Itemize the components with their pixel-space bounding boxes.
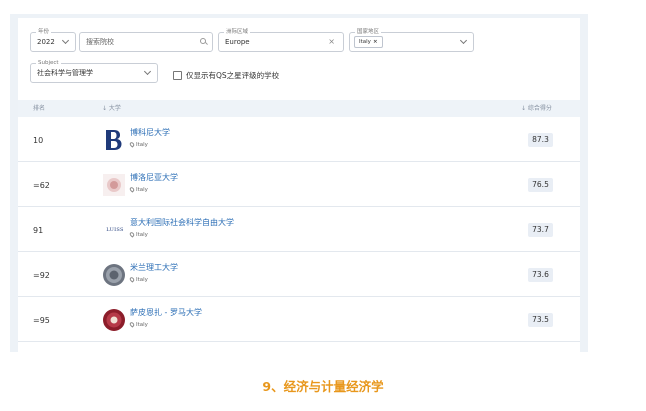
university-name-link[interactable]: 意大利国际社会科学自由大学 (130, 218, 234, 228)
sapienza-logo (102, 308, 126, 332)
rankings-panel: 年份 2022 搜索院校 洲际区域 Europe × 国家地区 Italy × S… (10, 14, 588, 352)
rank-value: =95 (33, 316, 50, 325)
location: Italy (128, 231, 148, 239)
polimi-logo (102, 263, 126, 287)
chevron-down-icon (61, 36, 70, 45)
filter-card: 年份 2022 搜索院校 洲际区域 Europe × 国家地区 Italy × S… (18, 18, 580, 100)
country-chip-label: Italy (359, 39, 371, 45)
year-value: 2022 (37, 38, 55, 46)
region-value: Europe (225, 38, 250, 46)
location-pin-icon (128, 321, 136, 328)
rankings-table: 排名 ↓ 大学 ↓ 综合得分 10 博科尼大学 Italy 87.3 =62 博… (18, 100, 580, 352)
location: Italy (128, 186, 148, 194)
score-column-header[interactable]: ↓ 综合得分 (521, 105, 552, 113)
score-badge: 76.5 (528, 178, 553, 192)
qs-stars-label: 仅显示有QS之星评级的学校 (186, 71, 280, 80)
table-row[interactable]: =92 米兰理工大学 Italy 73.6 (18, 252, 580, 297)
luiss-logo-text: LUISS (106, 227, 124, 233)
score-badge: 87.3 (528, 133, 553, 147)
subject-select[interactable]: Subject 社会科学与管理学 (30, 59, 158, 83)
country-legend: 国家地区 (355, 28, 382, 36)
university-name-link[interactable]: 博科尼大学 (130, 128, 170, 138)
location-pin-icon (128, 186, 136, 193)
university-name-link[interactable]: 米兰理工大学 (130, 263, 178, 273)
chevron-down-icon (459, 36, 468, 45)
table-row[interactable]: =95 萨皮恩扎 - 罗马大学 Italy 73.5 (18, 297, 580, 342)
clear-icon[interactable]: × (328, 37, 335, 46)
region-select[interactable]: 洲际区域 Europe × (218, 28, 344, 52)
rank-value: 10 (33, 136, 44, 145)
search-icon (200, 38, 206, 44)
university-name-link[interactable]: 萨皮恩扎 - 罗马大学 (130, 308, 202, 318)
country-label: Italy (136, 187, 148, 193)
rank-column-header[interactable]: 排名 (33, 105, 45, 113)
search-placeholder: 搜索院校 (86, 38, 114, 46)
country-label: Italy (136, 232, 148, 238)
university-name-link[interactable]: 博洛尼亚大学 (130, 173, 178, 183)
country-label: Italy (136, 142, 148, 148)
university-column-header[interactable]: ↓ 大学 (102, 105, 121, 113)
bocconi-logo (102, 128, 126, 152)
country-label: Italy (136, 277, 148, 283)
score-badge: 73.5 (528, 313, 553, 327)
section-heading: 9、经济与计量经济学 (262, 379, 384, 394)
score-badge: 73.7 (528, 223, 553, 237)
subject-value: 社会科学与管理学 (37, 69, 93, 77)
rank-value: =62 (33, 181, 50, 190)
year-legend: 年份 (36, 28, 52, 36)
rank-value: 91 (33, 226, 44, 235)
location-pin-icon (128, 141, 136, 148)
location: Italy (128, 321, 148, 329)
score-badge: 73.6 (528, 268, 553, 282)
table-row[interactable]: 10 博科尼大学 Italy 87.3 (18, 117, 580, 162)
location: Italy (128, 141, 148, 149)
chevron-down-icon (143, 67, 152, 76)
location: Italy (128, 276, 148, 284)
qs-stars-checkbox[interactable] (173, 71, 182, 80)
year-select[interactable]: 年份 2022 (30, 28, 76, 52)
table-row[interactable]: =62 博洛尼亚大学 Italy 76.5 (18, 162, 580, 207)
table-row[interactable]: 91 LUISS 意大利国际社会科学自由大学 Italy 73.7 (18, 207, 580, 252)
location-pin-icon (128, 276, 136, 283)
bologna-logo (102, 173, 126, 197)
table-header: 排名 ↓ 大学 ↓ 综合得分 (18, 100, 580, 117)
country-chip[interactable]: Italy × (354, 36, 383, 48)
luiss-logo: LUISS (102, 218, 128, 242)
country-select[interactable]: 国家地区 Italy × (349, 28, 474, 52)
rank-value: =92 (33, 271, 50, 280)
subject-legend: Subject (36, 59, 61, 67)
search-input[interactable]: 搜索院校 (79, 32, 213, 52)
chip-close-icon[interactable]: × (373, 39, 378, 45)
country-label: Italy (136, 322, 148, 328)
location-pin-icon (128, 231, 136, 238)
region-legend: 洲际区域 (224, 28, 251, 36)
